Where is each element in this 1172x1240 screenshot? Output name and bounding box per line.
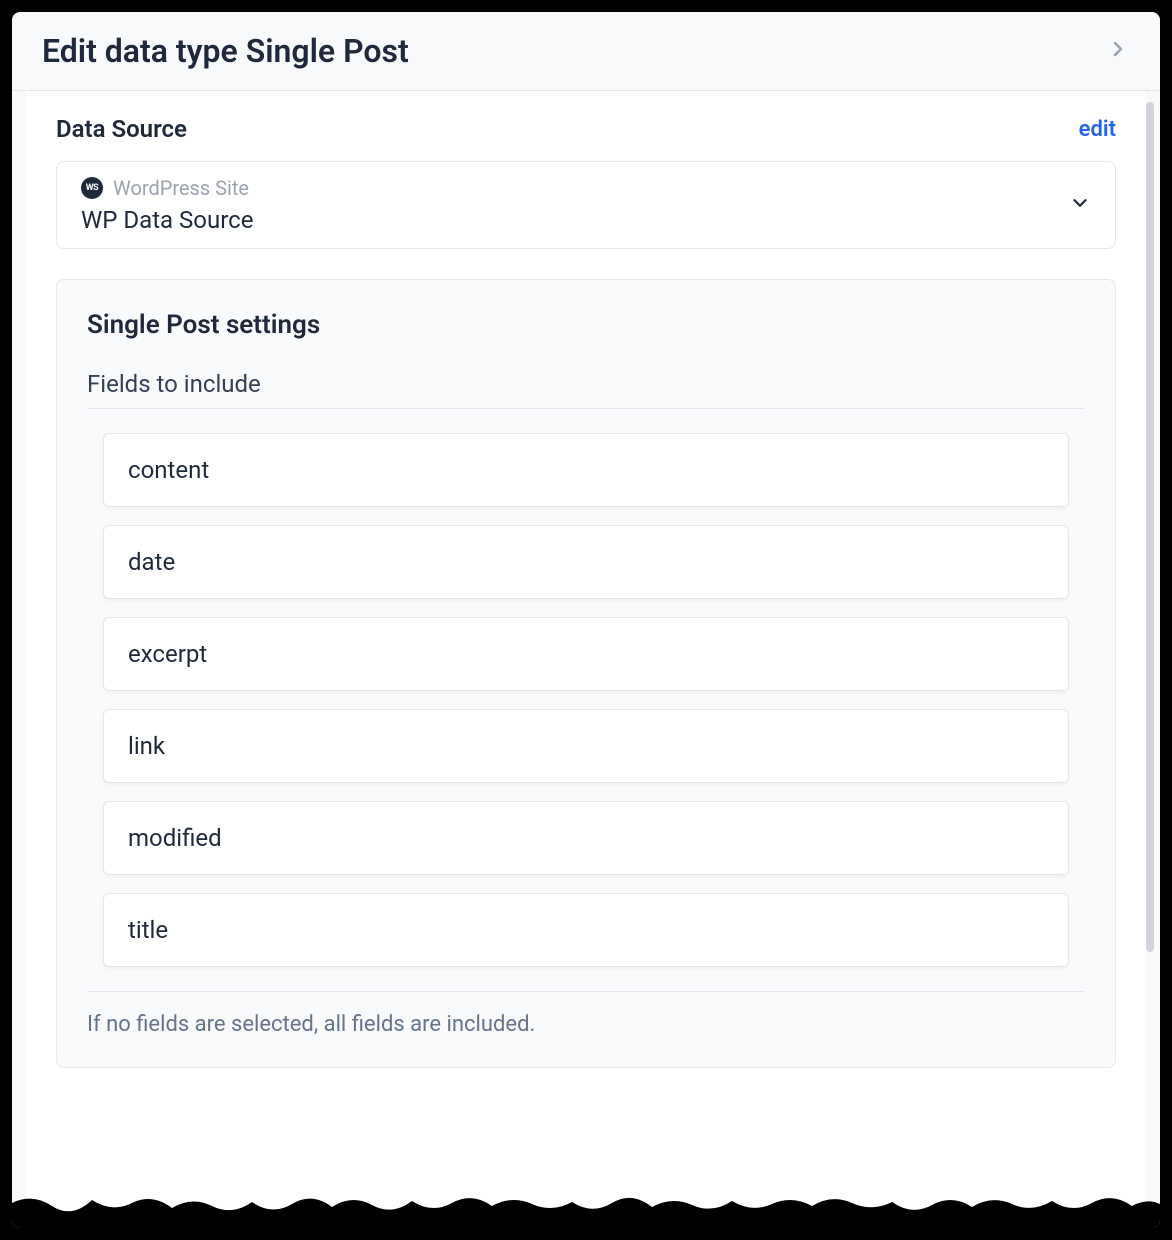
source-label-row: WS WordPress Site [81, 176, 253, 200]
chevron-right-icon[interactable] [1106, 37, 1130, 65]
edit-button[interactable]: edit [1079, 117, 1116, 142]
field-item[interactable]: date [103, 525, 1069, 599]
field-item[interactable]: link [103, 709, 1069, 783]
source-value: WP Data Source [81, 206, 253, 234]
field-item[interactable]: excerpt [103, 617, 1069, 691]
scrollbar[interactable] [1146, 102, 1154, 952]
data-source-header: Data Source edit [56, 115, 1116, 143]
wordpress-badge-icon: WS [81, 177, 103, 199]
source-info: WS WordPress Site WP Data Source [81, 176, 253, 234]
fields-to-include-label: Fields to include [87, 370, 1085, 409]
data-source-selector[interactable]: WS WordPress Site WP Data Source [56, 161, 1116, 249]
settings-card: Single Post settings Fields to include c… [56, 279, 1116, 1068]
field-list: content date excerpt link modified title [87, 433, 1085, 967]
settings-title: Single Post settings [87, 310, 1085, 340]
source-type-label: WordPress Site [113, 176, 249, 200]
hint-text: If no fields are selected, all fields ar… [87, 1012, 1085, 1037]
content-area: Data Source edit WS WordPress Site WP Da… [26, 91, 1146, 1217]
divider [87, 991, 1085, 992]
panel-title: Edit data type Single Post [42, 32, 409, 70]
edit-panel: Edit data type Single Post Data Source e… [12, 12, 1160, 1228]
scrollbar-thumb[interactable] [1146, 102, 1154, 952]
field-item[interactable]: content [103, 433, 1069, 507]
panel-header: Edit data type Single Post [12, 12, 1160, 91]
field-item[interactable]: modified [103, 801, 1069, 875]
data-source-label: Data Source [56, 115, 187, 143]
chevron-down-icon [1069, 192, 1091, 218]
field-item[interactable]: title [103, 893, 1069, 967]
